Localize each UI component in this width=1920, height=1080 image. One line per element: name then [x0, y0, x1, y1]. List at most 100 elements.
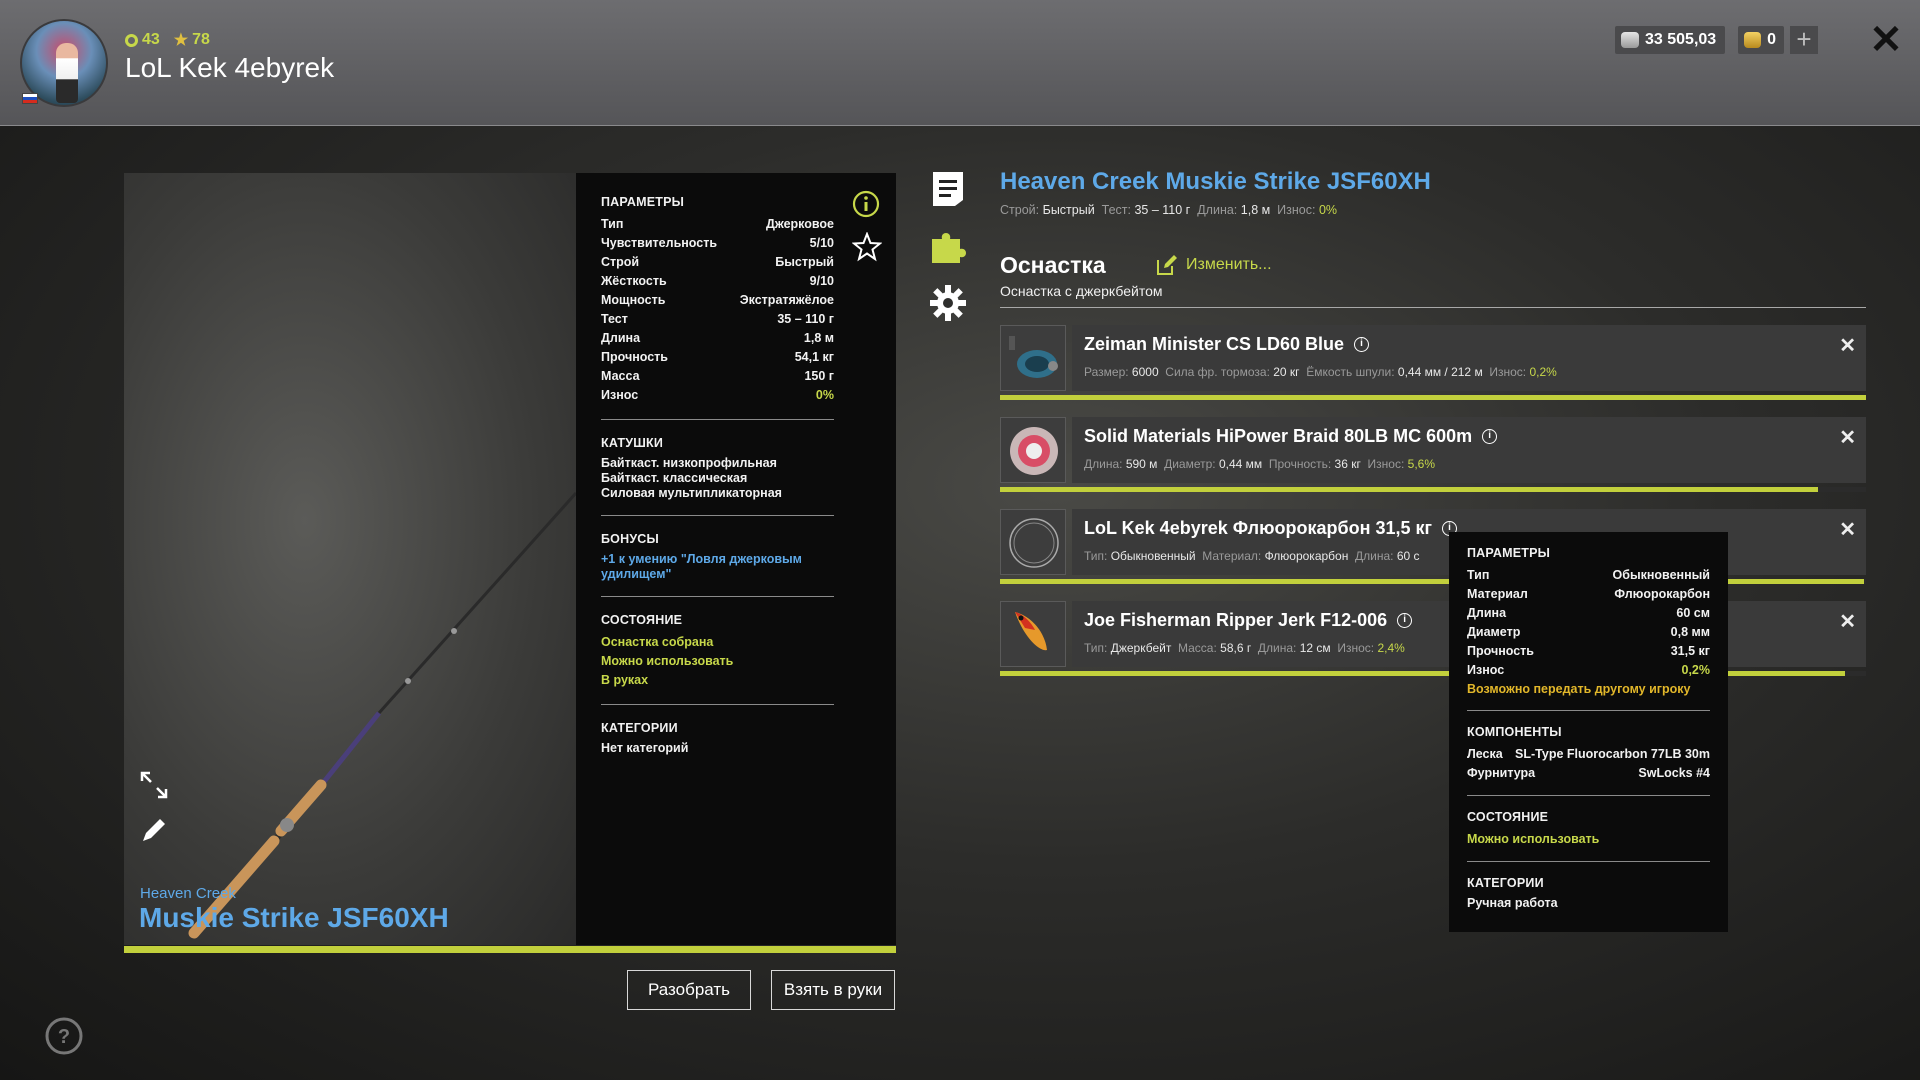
lure-slot[interactable]: Joe Fisherman Ripper Jerk F12-006 i Тип: … — [1000, 601, 1866, 676]
param-key: Тип — [601, 217, 624, 231]
components-title: КОМПОНЕНТЫ — [1467, 725, 1562, 739]
remove-icon[interactable]: ✕ — [1839, 425, 1856, 450]
meta-value: 6000 — [1131, 365, 1159, 379]
profile-header: 43 ★ 78 LoL Kek 4ebyrek 33 505,03 0 + ✕ — [0, 0, 1920, 126]
param-row: Жёсткость 9/10 — [601, 272, 834, 291]
line-thumbnail — [1000, 417, 1066, 483]
meta-value: 2,4% — [1377, 641, 1405, 655]
line-name-row: Solid Materials HiPower Braid 80LB MC 60… — [1084, 426, 1498, 447]
meta-value: 20 кг — [1273, 365, 1300, 379]
meta-key: Тип: — [1084, 549, 1108, 563]
bonus-text: удилищем" — [601, 567, 672, 581]
reels-title: КАТУШКИ — [601, 436, 664, 450]
rig-type: Оснастка с джеркбейтом — [1000, 283, 1163, 299]
condition-bar — [1000, 487, 1866, 492]
reel-name: Zeiman Minister CS LD60 Blue — [1084, 334, 1345, 354]
divider — [1467, 861, 1710, 862]
param-key: Чувствительность — [601, 236, 718, 250]
meta-value: 0,44 мм / 212 м — [1397, 365, 1483, 379]
lure-name: Joe Fisherman Ripper Jerk F12-006 — [1084, 610, 1388, 630]
param-value: 35 – 110 г — [777, 312, 834, 326]
description-document-icon[interactable] — [929, 170, 967, 208]
reel-meta: Размер: 6000 Сила фр. тормоза: 20 кг Ёмк… — [1084, 365, 1557, 379]
meta-key: Длина: — [1257, 641, 1297, 655]
rig-label: Оснастка — [1000, 252, 1106, 278]
param-value: 9/10 — [809, 274, 834, 288]
line-spool-image — [1010, 427, 1058, 475]
meta-value: 0,2% — [1529, 365, 1557, 379]
silver-balance[interactable]: 33 505,03 — [1615, 26, 1725, 54]
param-row: Тип Обыкновенный — [1467, 566, 1710, 585]
info-icon[interactable] — [852, 190, 880, 218]
meta-key: Износ: — [1337, 641, 1375, 655]
level-ring-icon — [125, 33, 138, 47]
star-icon: ★ — [173, 32, 189, 49]
meta-value: 1,8 м — [1240, 203, 1271, 217]
param-key: Тест — [601, 312, 628, 326]
condition-fill — [1000, 395, 1866, 400]
silver-coin-icon — [1621, 32, 1639, 48]
stars-stat: ★ 78 — [174, 30, 210, 50]
param-key: Материал — [1467, 587, 1528, 601]
state-item: Можно использовать — [601, 654, 734, 668]
rod-brand: Heaven Creek — [140, 885, 236, 902]
state-item: В руках — [601, 673, 649, 687]
divider — [601, 515, 834, 516]
meta-value: 590 м — [1125, 457, 1158, 471]
player-stats: 43 ★ 78 — [125, 30, 210, 50]
leader-slot[interactable]: LoL Kek 4ebyrek Флюорокарбон 31,5 кг i Ти… — [1000, 509, 1866, 584]
help-icon[interactable]: ? — [44, 1016, 84, 1056]
lure-thumbnail — [1000, 601, 1066, 667]
favorite-star-icon[interactable] — [852, 232, 882, 262]
add-currency-button[interactable]: + — [1790, 26, 1818, 54]
edit-icon — [1157, 255, 1177, 275]
component-value: SwLocks #4 — [1638, 766, 1710, 780]
meta-value: 36 кг — [1334, 457, 1361, 471]
disassemble-button[interactable]: Разобрать — [627, 970, 751, 1010]
meta-value: 35 – 110 г — [1134, 203, 1191, 217]
param-value: 1,8 м — [803, 331, 834, 345]
meta-value: 60 с — [1396, 549, 1420, 563]
line-meta: Длина: 590 м Диаметр: 0,44 мм Прочность:… — [1084, 457, 1435, 471]
info-icon[interactable]: i — [1354, 337, 1370, 352]
component-row: Леска SL-Type Fluorocarbon 77LB 30m — [1467, 745, 1710, 764]
take-in-hands-button[interactable]: Взять в руки — [771, 970, 895, 1010]
tooltip-state: Можно использовать — [1467, 832, 1600, 846]
bonus-title: БОНУСЫ — [601, 532, 659, 546]
meta-key: Длина: — [1084, 457, 1123, 471]
param-value: Джерковое — [765, 217, 834, 231]
remove-icon[interactable]: ✕ — [1839, 517, 1856, 542]
categories-title: КАТЕГОРИИ — [601, 721, 678, 735]
remove-icon[interactable]: ✕ — [1839, 333, 1856, 358]
leader-name-row: LoL Kek 4ebyrek Флюорокарбон 31,5 кг i — [1084, 518, 1457, 539]
rod-preview-panel: Heaven Creek Muskie Strike JSF60XH — [124, 173, 576, 945]
remove-icon[interactable]: ✕ — [1839, 609, 1856, 634]
gold-coin-icon — [1744, 32, 1762, 48]
leader-name: LoL Kek 4ebyrek Флюорокарбон 31,5 кг — [1084, 518, 1432, 538]
gold-balance[interactable]: 0 — [1738, 26, 1784, 54]
param-key: Длина — [1467, 606, 1507, 620]
param-row: Диаметр 0,8 мм — [1467, 623, 1710, 642]
param-value: 0,2% — [1681, 663, 1711, 677]
param-value: 54,1 кг — [794, 350, 834, 364]
meta-value: Джеркбейт — [1110, 641, 1172, 655]
rig-puzzle-icon[interactable] — [929, 227, 967, 265]
avatar-figure — [56, 43, 78, 103]
reel-type: Байткаст. низкопрофильная — [601, 456, 777, 470]
line-slot[interactable]: Solid Materials HiPower Braid 80LB MC 60… — [1000, 417, 1866, 492]
close-button[interactable]: ✕ — [1866, 20, 1906, 60]
divider — [1467, 795, 1710, 796]
info-icon[interactable]: i — [1397, 613, 1413, 628]
meta-value: Обыкновенный — [1110, 549, 1196, 563]
meta-key: Тест: — [1101, 203, 1131, 217]
meta-value: 12 см — [1299, 641, 1331, 655]
lure-name-row: Joe Fisherman Ripper Jerk F12-006 i — [1084, 610, 1413, 631]
settings-gear-icon[interactable] — [929, 284, 967, 322]
edit-pen-icon[interactable] — [140, 816, 168, 844]
info-icon[interactable]: i — [1482, 429, 1498, 444]
reel-slot[interactable]: Zeiman Minister CS LD60 Blue i Размер: 60… — [1000, 325, 1866, 400]
expand-icon[interactable] — [140, 771, 168, 799]
divider — [601, 704, 834, 705]
lure-image — [1015, 612, 1047, 651]
change-rig-button[interactable]: Изменить... — [1156, 254, 1272, 276]
